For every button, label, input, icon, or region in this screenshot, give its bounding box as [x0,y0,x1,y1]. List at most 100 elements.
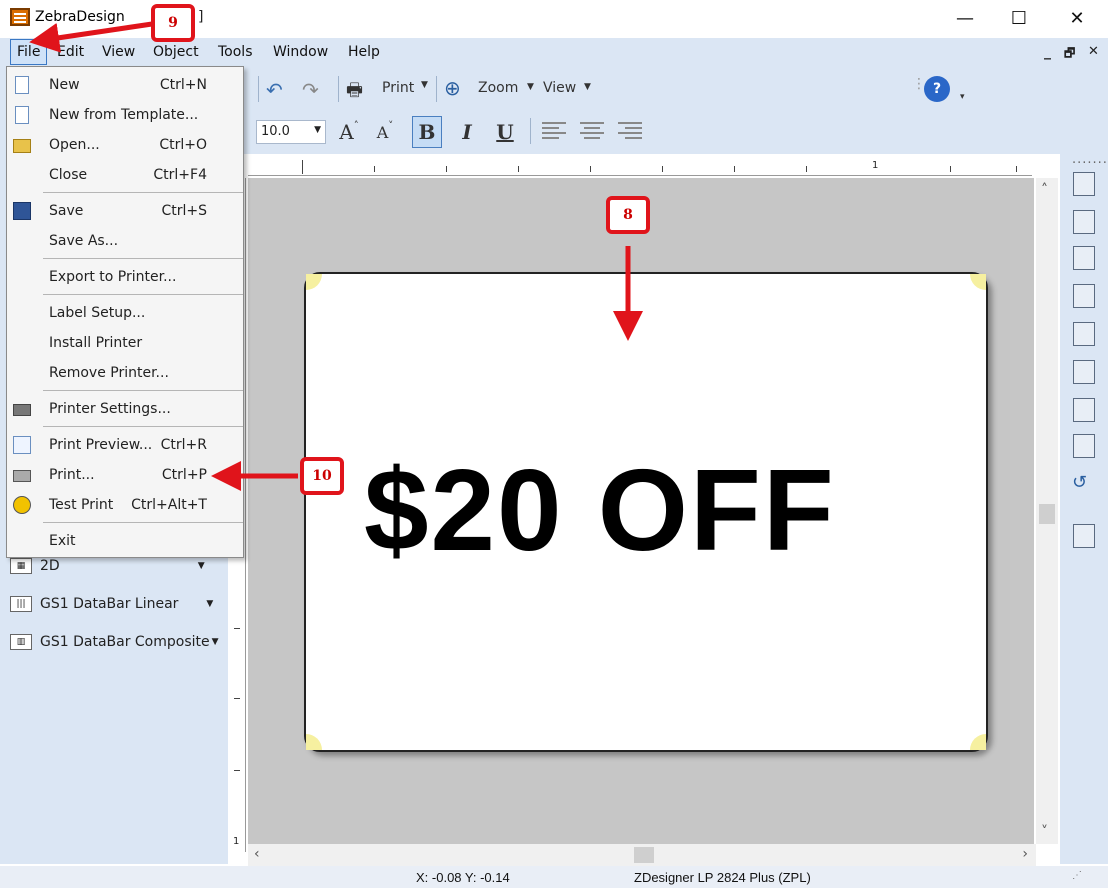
view-dropdown-icon[interactable]: ▼ [584,82,591,92]
zoom-button[interactable]: Zoom [478,80,518,96]
horizontal-scroll-thumb[interactable] [634,847,654,863]
print-dropdown-icon[interactable]: ▼ [421,80,428,90]
menu-object[interactable]: Object [153,44,199,60]
horizontal-scrollbar[interactable]: ‹ › [248,844,1036,866]
align-bottom-edges-icon[interactable] [1073,360,1095,384]
menu-item-close-label: Close [49,167,88,183]
menu-item-printer-settings-label: Printer Settings... [49,401,171,417]
menu-item-test-print-label: Test Print [49,497,114,513]
redo-icon[interactable]: ↷ [302,78,319,102]
menu-item-new-label: New [49,77,80,93]
distribute-vertical-icon[interactable] [1073,434,1095,458]
toolbox-gs1-composite[interactable]: ▥ GS1 DataBar Composite ▼ [10,634,219,650]
toolbox-gs1-linear-label: GS1 DataBar Linear [40,596,179,612]
toolbar-overflow-icon[interactable]: ▾ [960,92,965,102]
print-toolbar-icon[interactable]: 🖶 [346,78,363,108]
menu-item-export-to-printer-label: Export to Printer... [49,269,177,285]
menu-item-print-preview-label: Print Preview... [49,437,153,453]
zoom-icon[interactable]: ⊕ [444,76,461,100]
mdi-close-button[interactable]: ✕ [1088,44,1099,59]
menu-item-print[interactable]: Print... Ctrl+P [7,461,243,489]
menu-item-new[interactable]: New Ctrl+N [7,71,243,99]
help-icon[interactable]: ? [924,76,950,102]
ruler-mark [734,166,735,172]
align-left-icon[interactable] [542,122,566,140]
vertical-scroll-thumb[interactable] [1039,504,1055,524]
menu-view[interactable]: View [102,44,135,60]
menu-item-save-as[interactable]: Save As... [7,227,243,255]
ruler-mark [806,166,807,172]
align-horizontal-centers-icon[interactable] [1073,210,1095,234]
rotate-icon[interactable]: ↺ [1072,472,1087,493]
font-size-dropdown-icon[interactable]: ▼ [314,125,321,135]
font-size-field[interactable]: 10.0 ▼ [256,120,326,144]
menu-item-open[interactable]: Open... Ctrl+O [7,131,243,159]
zoom-dropdown-icon[interactable]: ▼ [527,82,534,92]
close-button[interactable]: ✕ [1048,0,1106,36]
scroll-right-icon[interactable]: › [1022,846,1028,862]
distribute-horizontal-icon[interactable] [1073,398,1095,422]
toolbox-gs1-linear[interactable]: ||| GS1 DataBar Linear ▼ [10,596,213,612]
horizontal-ruler: 1 [248,158,1032,176]
align-vertical-centers-icon[interactable] [1073,322,1095,346]
align-right-icon[interactable] [618,122,642,140]
mdi-minimize-button[interactable]: _ [1044,44,1051,60]
gs1-composite-icon: ▥ [10,634,32,650]
menu-item-printer-settings[interactable]: Printer Settings... [7,395,243,423]
menu-item-exit[interactable]: Exit [7,527,243,555]
menu-item-new-from-template[interactable]: New from Template... [7,101,243,129]
toolbox-2d[interactable]: ▦ 2D ▼ [10,558,205,574]
menu-item-print-label: Print... [49,467,95,483]
italic-button[interactable]: I [452,116,482,148]
label-stock[interactable]: $20 OFF [304,272,988,752]
print-preview-icon [13,436,31,454]
menu-tools[interactable]: Tools [218,44,253,60]
menu-item-install-printer[interactable]: Install Printer [7,329,243,357]
scroll-left-icon[interactable]: ‹ [254,846,260,862]
menu-item-remove-printer[interactable]: Remove Printer... [7,359,243,387]
toolbar-separator [530,118,531,144]
undo-icon[interactable]: ↶ [266,78,283,102]
ruler-mark [302,160,303,174]
bold-button[interactable]: B [412,116,442,148]
menu-help[interactable]: Help [348,44,380,60]
menu-file[interactable]: File [10,39,48,65]
minimize-button[interactable]: — [936,0,994,36]
shrink-font-button[interactable]: A ˅ [370,116,400,148]
alignment-toolbar: ······· ↺ [1060,154,1108,864]
menu-item-label-setup[interactable]: Label Setup... [7,299,243,327]
align-center-icon[interactable] [580,122,604,140]
label-corner-marker [306,274,322,290]
menu-window[interactable]: Window [273,44,328,60]
label-text-object[interactable]: $20 OFF [364,452,836,568]
menu-item-close[interactable]: Close Ctrl+F4 [7,161,243,189]
menu-item-print-preview[interactable]: Print Preview... Ctrl+R [7,431,243,459]
ruler-mark [234,698,240,699]
toolbar-separator [338,76,339,102]
mdi-restore-button[interactable]: 🗗 [1064,44,1075,65]
menu-item-test-print[interactable]: Test Print Ctrl+Alt+T [7,491,243,519]
underline-button[interactable]: U [490,116,520,148]
maximize-button[interactable]: ☐ [990,0,1048,36]
menu-item-open-shortcut: Ctrl+O [159,137,207,153]
view-button[interactable]: View [543,80,576,96]
resize-grip-icon[interactable]: ⋰ [1072,870,1082,881]
grow-font-button[interactable]: A ˄ [334,116,364,148]
object-properties-icon[interactable] [1073,524,1095,548]
menu-item-export-to-printer[interactable]: Export to Printer... [7,263,243,291]
menu-item-save-as-label: Save As... [49,233,119,249]
menu-bar: File Edit View Object Tools Window Help … [0,38,1108,66]
vertical-scrollbar[interactable]: ˄ ˅ [1036,178,1058,844]
scroll-down-icon[interactable]: ˅ [1041,824,1048,840]
align-top-edges-icon[interactable] [1073,284,1095,308]
menu-edit[interactable]: Edit [57,44,84,60]
menu-item-new-from-template-label: New from Template... [49,107,199,123]
template-icon [15,106,29,124]
scroll-up-icon[interactable]: ˄ [1041,182,1048,198]
align-left-edges-icon[interactable] [1073,172,1095,196]
print-toolbar-button[interactable]: Print [382,80,414,96]
ruler-mark [234,628,240,629]
menu-item-save[interactable]: Save Ctrl+S [7,197,243,225]
align-right-edges-icon[interactable] [1073,246,1095,270]
menu-item-remove-printer-label: Remove Printer... [49,365,169,381]
